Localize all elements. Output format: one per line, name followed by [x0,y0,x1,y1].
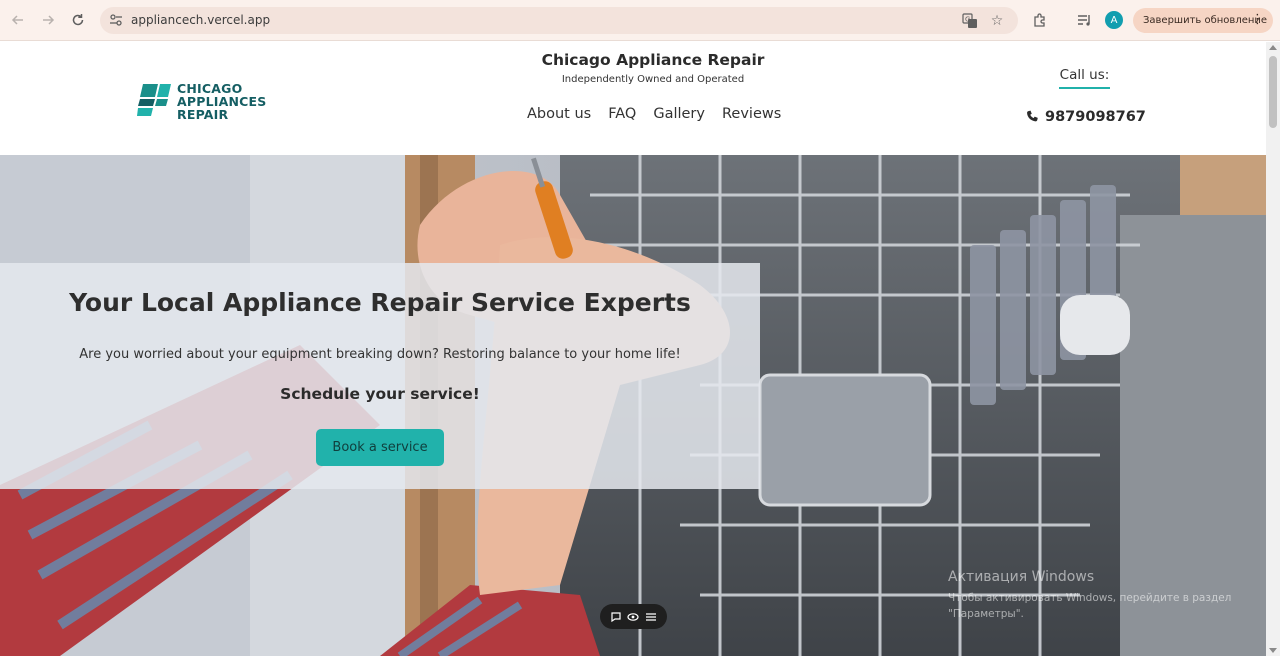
site-logo[interactable]: CHICAGO APPLIANCES REPAIR [137,82,267,121]
back-icon[interactable] [7,9,29,31]
logo-line-3: REPAIR [177,107,229,122]
scroll-up-icon[interactable] [1269,45,1277,50]
profile-avatar[interactable]: A [1105,11,1123,29]
browser-toolbar: appliancech.vercel.app G ☆ A Завершить о… [0,0,1280,41]
phone-icon [1027,110,1038,121]
hero-subtitle: Are you worried about your equipment bre… [79,347,681,362]
watermark-title: Активация Windows [948,569,1095,585]
svg-text:G: G [965,16,970,24]
list-icon[interactable] [644,610,658,624]
nav-link-about-us[interactable]: About us [527,106,591,122]
url-text[interactable]: appliancech.vercel.app [131,13,270,27]
update-browser-button[interactable]: Завершить обновление ⋮ [1133,8,1273,33]
scroll-thumb[interactable] [1269,56,1277,128]
site-settings-icon[interactable] [109,13,123,27]
phone-link[interactable]: 9879098767 [1025,109,1146,125]
windows-activation-watermark: Активация Windows Чтобы активировать Win… [948,569,1231,622]
nav-link-faq[interactable]: FAQ [608,106,636,122]
site-header: CHICAGO APPLIANCES REPAIR Chicago Applia… [0,42,1266,155]
nav-link-reviews[interactable]: Reviews [722,106,781,122]
main-nav: About us FAQ Gallery Reviews [527,106,781,122]
update-button-label: Завершить обновление [1143,15,1268,26]
reload-icon[interactable] [67,9,89,31]
page-scrollbar[interactable] [1266,42,1280,656]
call-us-label: Call us: [1059,67,1110,89]
watermark-line-1: Чтобы активировать Windows, перейдите в … [948,592,1232,604]
chat-icon[interactable] [609,610,623,624]
bookmark-star-icon[interactable]: ☆ [988,12,1006,30]
translate-icon[interactable]: G [961,12,979,30]
scroll-down-icon[interactable] [1269,648,1277,653]
extensions-icon[interactable] [1030,10,1050,30]
address-bar[interactable]: appliancech.vercel.app G ☆ [100,7,1018,34]
hero-cta-text: Schedule your service! [280,385,480,403]
logo-mark-icon [137,84,171,116]
nav-link-gallery[interactable]: Gallery [653,106,705,122]
hero-card: Your Local Appliance Repair Service Expe… [0,263,760,489]
watermark-line-2: "Параметры". [948,608,1024,620]
reading-list-icon[interactable] [1074,10,1094,30]
eye-icon[interactable] [626,610,640,624]
hero-title: Your Local Appliance Repair Service Expe… [69,288,691,317]
book-service-button[interactable]: Book a service [316,429,444,466]
floating-toolbar [600,604,667,629]
hero-section: Your Local Appliance Repair Service Expe… [0,155,1266,656]
phone-number[interactable]: 9879098767 [1045,109,1146,125]
logo-text: CHICAGO APPLIANCES REPAIR [177,82,266,121]
menu-dots-icon[interactable]: ⋮ [1251,12,1264,27]
forward-icon[interactable] [37,9,59,31]
